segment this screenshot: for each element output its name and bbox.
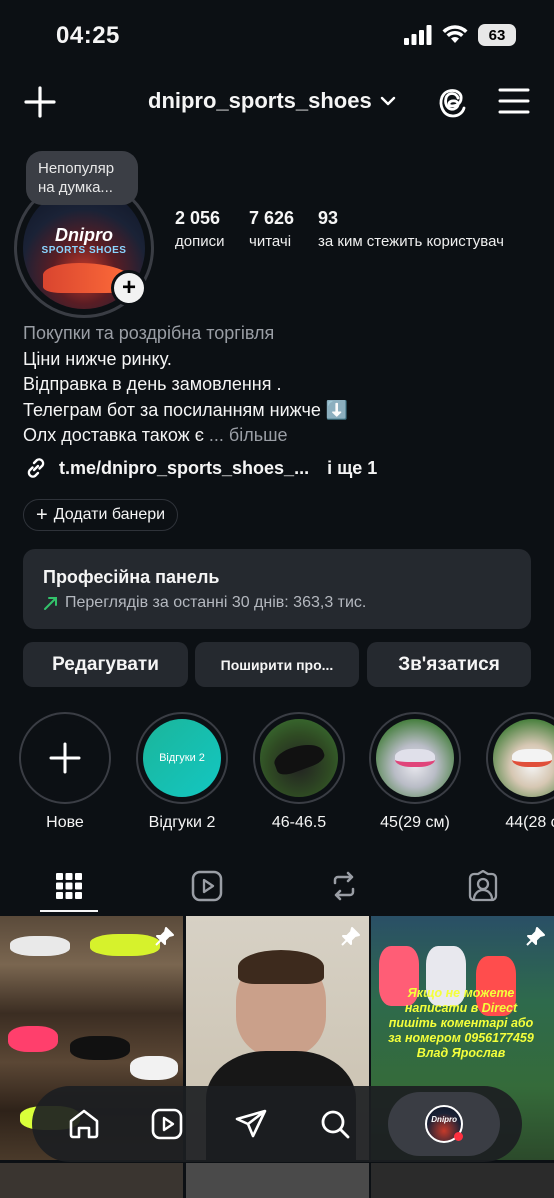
status-time: 04:25 <box>56 22 120 49</box>
nav-profile[interactable]: Dnipro <box>388 1092 501 1156</box>
edit-profile-button[interactable]: Редагувати <box>23 642 188 687</box>
stat-followers-count: 7 626 <box>249 208 295 228</box>
share-profile-button[interactable]: Поширити про... <box>195 642 359 687</box>
nav-direct[interactable] <box>221 1094 281 1154</box>
highlight-label: Нове <box>46 814 84 831</box>
nav-avatar: Dnipro <box>425 1105 464 1143</box>
username: dnipro_sports_shoes <box>148 88 372 113</box>
nav-search[interactable] <box>305 1094 365 1154</box>
trend-up-icon <box>44 597 57 610</box>
battery-indicator: 63 <box>478 24 516 46</box>
bio-line: Ціни нижче ринку. <box>23 348 172 369</box>
highlight-label: Відгуки 2 <box>148 814 216 831</box>
post-thumbnail[interactable] <box>371 1163 554 1198</box>
plus-icon <box>49 742 81 774</box>
stat-following[interactable]: 93 за ким стежить користувач <box>318 208 504 250</box>
profile-bio: Покупки та роздрібна торгівля Ціни нижче… <box>23 321 348 449</box>
highlight-label: 45(29 см) <box>380 814 450 831</box>
highlight-size-45[interactable]: 45(29 см) <box>369 712 461 832</box>
account-switcher[interactable]: dnipro_sports_shoes <box>148 88 396 114</box>
stat-following-count: 93 <box>318 208 339 228</box>
bio-more-link[interactable]: ... більше <box>209 425 288 445</box>
add-story-button[interactable]: + <box>111 270 147 306</box>
pin-icon <box>524 926 546 948</box>
highlight-inner-text: Відгуки 2 <box>159 752 205 764</box>
tab-tagged[interactable] <box>463 866 503 906</box>
bio-line: Телеграм бот за посиланням нижче ⬇️ <box>23 399 349 420</box>
pin-icon <box>153 926 175 948</box>
chevron-down-icon <box>380 96 395 106</box>
pin-icon <box>339 926 361 948</box>
bio-category: Покупки та роздрібна торгівля <box>23 323 275 343</box>
add-banners-label: Додати банери <box>53 506 166 523</box>
send-icon <box>235 1109 267 1138</box>
pro-panel-subtitle: Переглядів за останні 30 днів: 363,3 тис… <box>65 594 367 611</box>
stat-followers-label: читачі <box>249 233 292 250</box>
nav-avatar-text: Dnipro <box>431 1114 458 1124</box>
bio-line: Відправка в день замовлення . <box>23 374 282 394</box>
avatar-sub-text: SPORTS SHOES <box>41 245 127 256</box>
contact-button[interactable]: Зв'язатися <box>367 642 531 687</box>
home-icon <box>69 1109 99 1139</box>
post-thumbnail[interactable] <box>0 1163 183 1198</box>
highlight-thumbnail <box>493 719 554 797</box>
highlight-thumbnail <box>376 719 454 797</box>
highlight-reviews[interactable]: Відгуки 2 Відгуки 2 <box>136 712 228 832</box>
avatar-logo-text: Dnipro <box>55 225 113 245</box>
link-icon <box>27 458 45 478</box>
hamburger-icon <box>498 88 530 114</box>
wifi-icon <box>442 25 468 43</box>
highlight-label: 46-46.5 <box>271 814 327 831</box>
pro-panel-stats: Переглядів за останні 30 днів: 363,3 тис… <box>43 594 511 612</box>
active-tab-indicator <box>40 910 98 912</box>
repost-icon <box>333 871 355 901</box>
post-caption: Якщо не можете написати в Direct пишіть … <box>388 986 534 1060</box>
tagged-person-icon <box>468 870 498 902</box>
link-extra: і ще 1 <box>327 457 378 478</box>
stat-posts-label: дописи <box>175 233 225 250</box>
profile-link[interactable]: t.me/dnipro_sports_shoes_... і ще 1 <box>23 455 377 481</box>
plus-icon <box>24 86 56 118</box>
highlight-size-46[interactable]: 46-46.5 <box>253 712 345 832</box>
threads-icon <box>439 89 466 118</box>
professional-dashboard[interactable]: Професійна панель Переглядів за останні … <box>23 549 531 629</box>
menu-button[interactable] <box>498 86 530 121</box>
nav-home[interactable] <box>54 1094 114 1154</box>
tab-posts-grid[interactable] <box>49 866 89 906</box>
notification-dot <box>454 1132 464 1141</box>
stat-posts-count: 2 056 <box>175 208 221 228</box>
reels-icon <box>191 870 223 902</box>
highlight-size-44[interactable]: 44(28 с <box>486 712 554 832</box>
add-banners-button[interactable]: + Додати банери <box>23 499 179 531</box>
bottom-navigation: Dnipro <box>32 1086 522 1162</box>
profile-note[interactable]: Непопуляр на думка... <box>26 151 138 205</box>
search-icon <box>321 1110 349 1139</box>
status-icons: 63 <box>404 24 516 46</box>
pro-panel-title: Професійна панель <box>43 567 220 587</box>
highlight-label: 44(28 с <box>505 814 554 831</box>
stat-followers[interactable]: 7 626 читачі <box>249 208 294 250</box>
stat-posts[interactable]: 2 056 дописи <box>175 208 224 250</box>
stat-following-label: за ким стежить користувач <box>318 233 504 250</box>
highlight-thumbnail <box>260 719 338 797</box>
tab-reels[interactable] <box>187 866 227 906</box>
signal-icon <box>404 25 432 45</box>
bio-line: Олх доставка також є <box>23 425 204 445</box>
plus-icon: + <box>114 273 144 303</box>
create-post-button[interactable] <box>22 84 58 125</box>
highlight-new[interactable]: Нове <box>19 712 111 832</box>
grid-icon <box>56 873 82 899</box>
tab-reposts[interactable] <box>324 866 364 906</box>
nav-reels[interactable] <box>137 1094 197 1154</box>
link-text: t.me/dnipro_sports_shoes_... <box>59 457 310 478</box>
plus-icon: + <box>36 504 48 526</box>
threads-button[interactable] <box>434 84 470 125</box>
reels-icon <box>152 1108 183 1140</box>
post-thumbnail[interactable] <box>186 1163 369 1198</box>
